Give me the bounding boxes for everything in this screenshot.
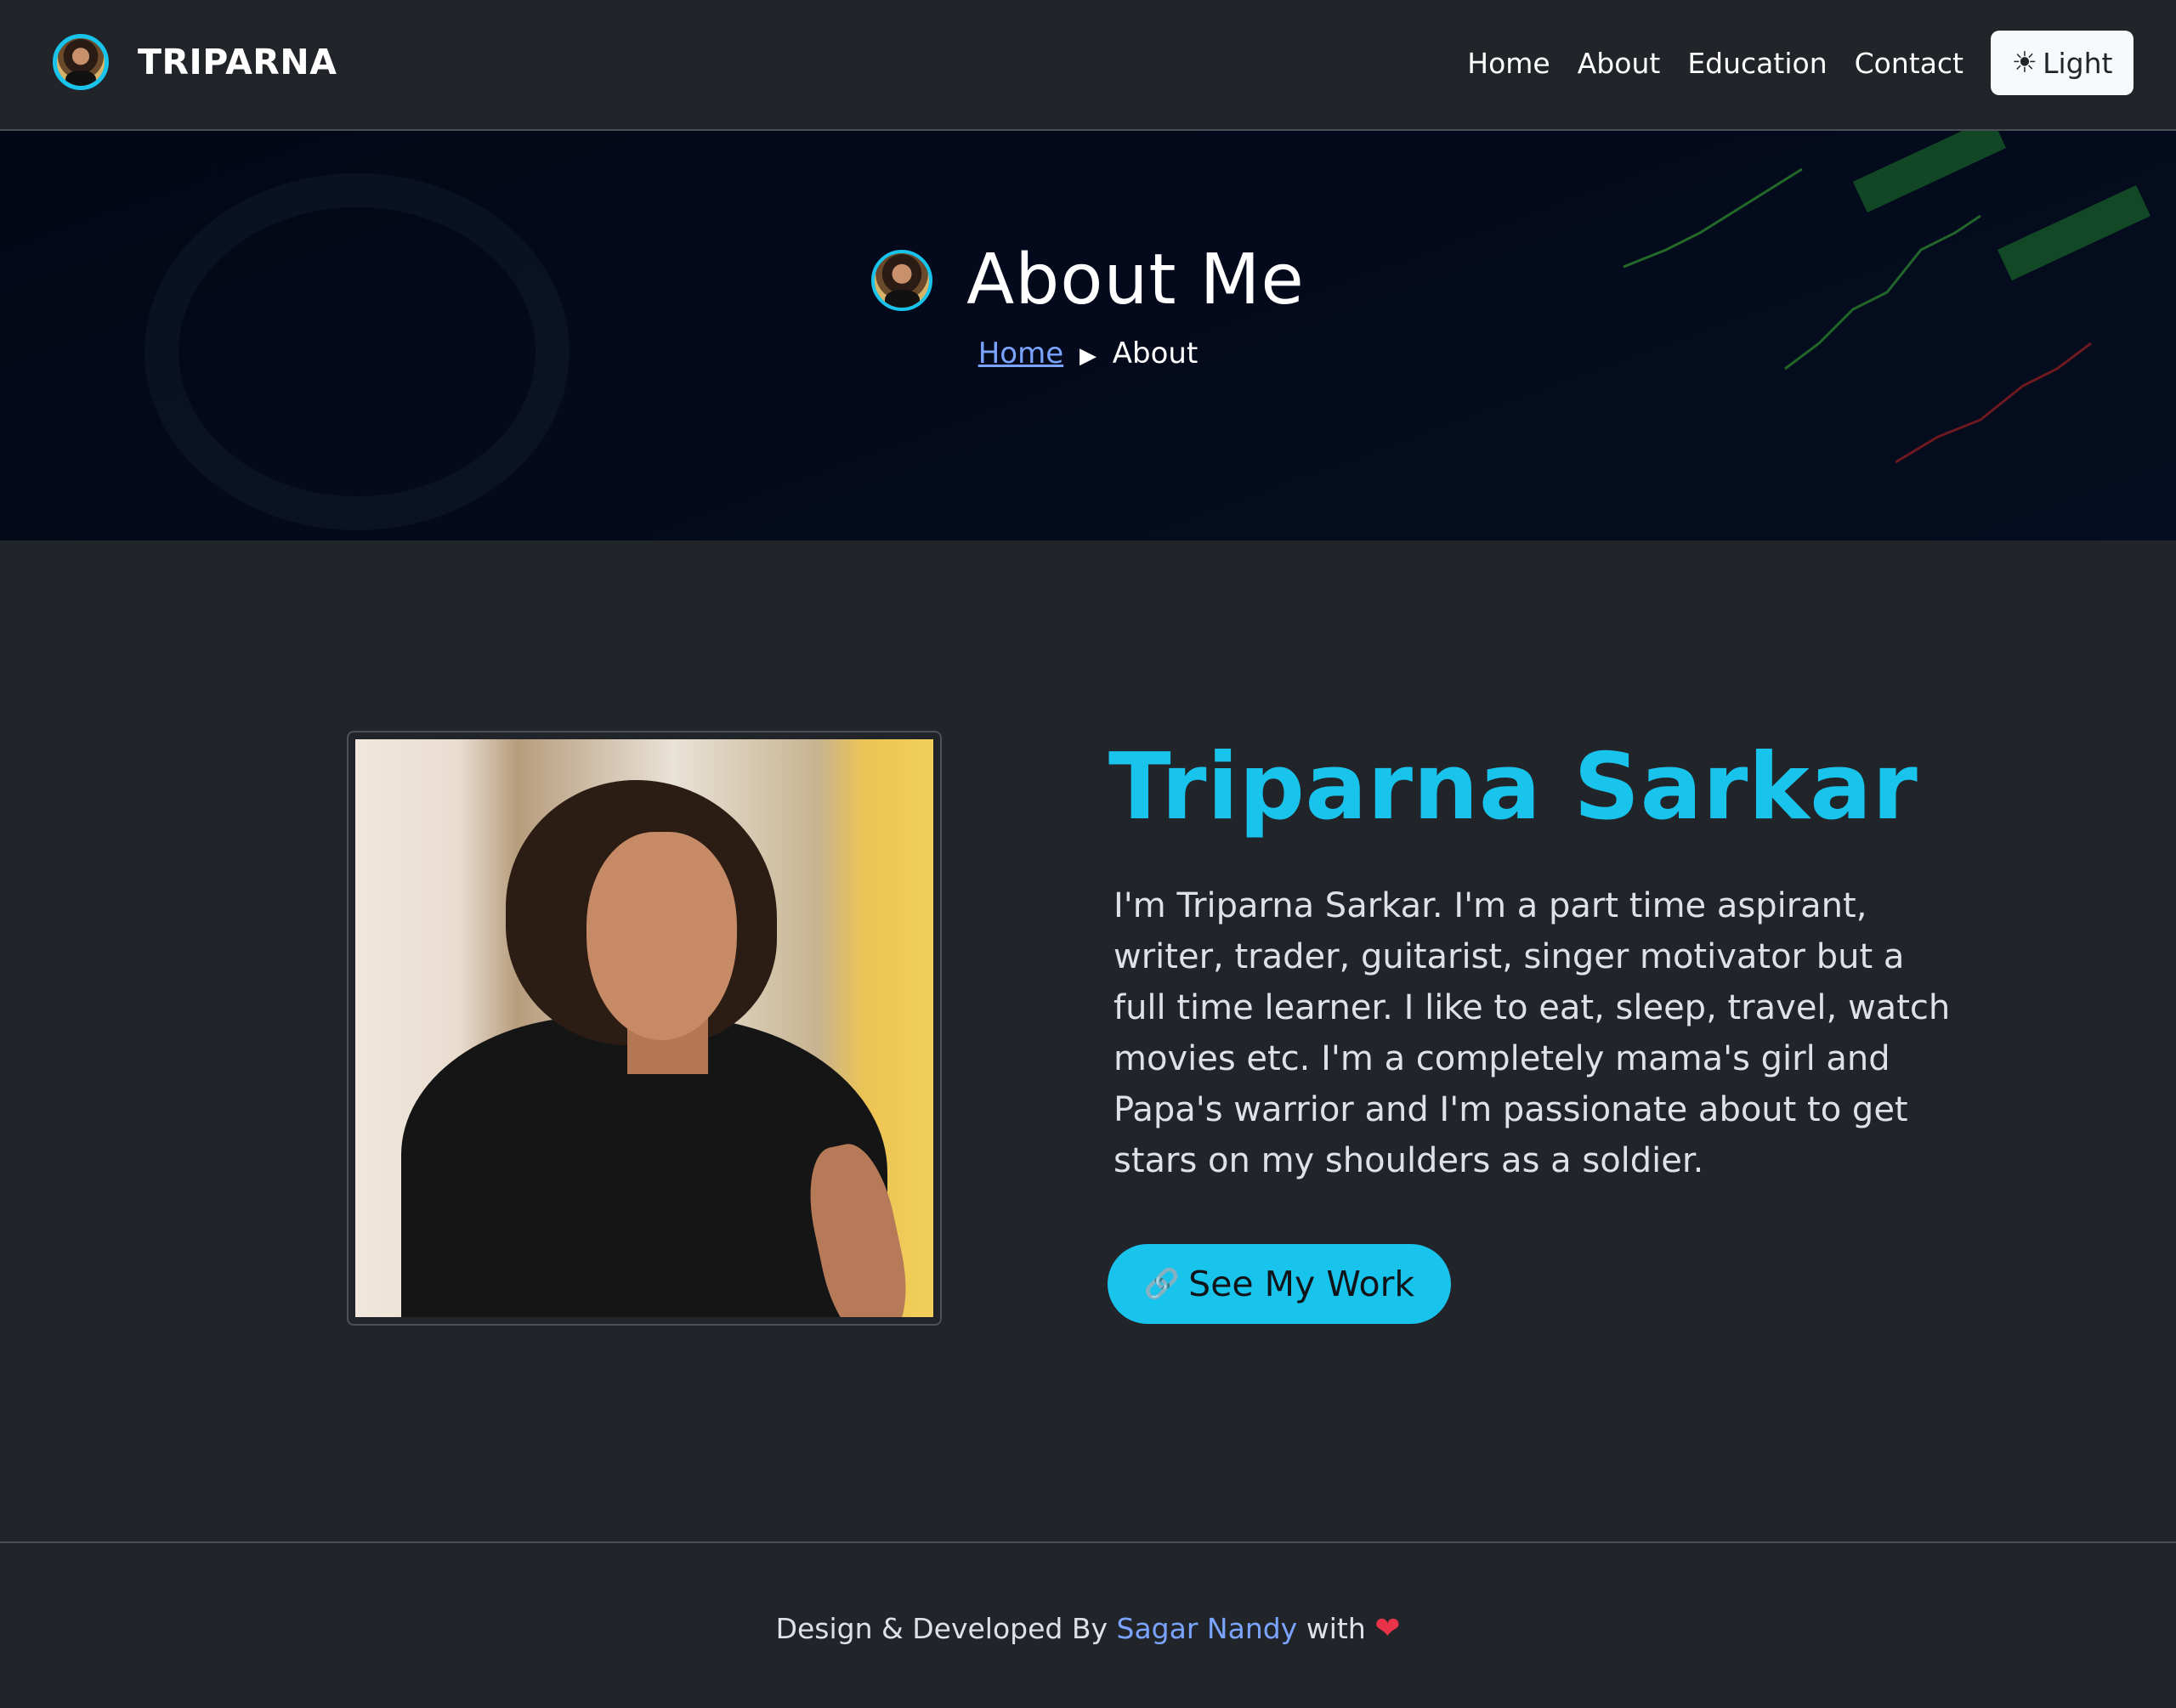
nav-links: Home About Education Contact ☀ Light	[1454, 31, 2134, 95]
profile-photo-frame	[347, 731, 942, 1326]
brand[interactable]: TRIPARNA	[53, 34, 337, 90]
footer-credit: Design & Developed By Sagar Nandy with ❤	[0, 1611, 2176, 1646]
brand-avatar	[53, 34, 109, 90]
breadcrumb: Home ▶ About	[0, 337, 2176, 370]
nav-link-about[interactable]: About	[1578, 47, 1661, 80]
page-title: About Me	[966, 240, 1305, 320]
profile-bio: I'm Triparna Sarkar. I'm a part time asp…	[1114, 886, 1951, 1180]
caret-right-icon: ▶	[1079, 343, 1096, 369]
navbar: TRIPARNA Home About Education Contact ☀ …	[0, 0, 2176, 131]
hero-banner: About Me Home ▶ About	[0, 131, 2176, 540]
footer-suffix: with	[1306, 1612, 1366, 1645]
nav-link-contact[interactable]: Contact	[1855, 47, 1964, 80]
breadcrumb-current: About	[1112, 337, 1198, 370]
hero-background-graphic	[144, 131, 2151, 530]
heart-icon: ❤	[1374, 1611, 1401, 1646]
theme-toggle-button[interactable]: ☀ Light	[1991, 31, 2134, 95]
hero-avatar	[871, 249, 933, 311]
theme-toggle-label: Light	[2043, 46, 2113, 80]
profile-name: Triparna Sarkar	[1108, 734, 1918, 840]
sun-icon: ☀	[2011, 46, 2038, 80]
breadcrumb-home-link[interactable]: Home	[978, 337, 1063, 370]
footer-author-link[interactable]: Sagar Nandy	[1117, 1612, 1298, 1645]
footer-prefix: Design & Developed By	[775, 1612, 1108, 1645]
nav-link-home[interactable]: Home	[1467, 47, 1550, 80]
link-icon: 🔗	[1143, 1267, 1181, 1301]
hero-title-wrap: About Me	[0, 240, 2176, 320]
see-my-work-label: See My Work	[1188, 1264, 1415, 1304]
see-my-work-button[interactable]: 🔗 See My Work	[1108, 1244, 1451, 1324]
nav-link-education[interactable]: Education	[1687, 47, 1827, 80]
footer: Design & Developed By Sagar Nandy with ❤	[0, 1541, 2176, 1708]
brand-name: TRIPARNA	[138, 42, 337, 82]
profile-photo	[355, 739, 933, 1317]
